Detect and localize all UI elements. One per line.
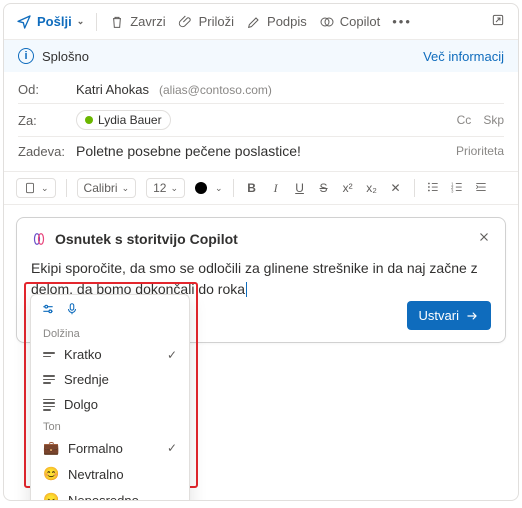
briefcase-icon: 💼 <box>43 440 59 456</box>
indent-button[interactable] <box>473 180 489 197</box>
sliders-tab[interactable] <box>41 302 55 319</box>
compose-toolbar: Pošlji ⌄ Zavrzi Priloži Podpis Copilot •… <box>4 4 518 40</box>
copilot-card-title: Osnutek s storitvijo Copilot <box>55 231 238 247</box>
arrow-right-icon <box>465 309 479 323</box>
tone-formal[interactable]: 💼 Formalno✓ <box>31 435 189 461</box>
tone-neutral[interactable]: 😊 Nevtralno <box>31 461 189 487</box>
strike-button[interactable]: S <box>316 181 332 195</box>
close-copilot-card[interactable] <box>477 230 491 248</box>
numbering-icon: 123 <box>450 180 464 194</box>
subject-row: Zadeva: Prioriteta <box>18 137 504 165</box>
generate-button[interactable]: Ustvari <box>407 301 491 330</box>
neutral-face-icon: 😊 <box>43 466 59 482</box>
italic-button[interactable]: I <box>268 181 284 196</box>
tone-section-label: Ton <box>31 417 189 435</box>
superscript-button[interactable]: x² <box>340 181 356 195</box>
signature-button[interactable]: Podpis <box>246 14 307 30</box>
bullets-icon <box>426 180 440 194</box>
recipient-pill[interactable]: Lydia Bauer <box>76 110 171 130</box>
trash-icon <box>109 14 125 30</box>
popout-button[interactable] <box>490 12 506 31</box>
short-icon <box>43 352 55 357</box>
copilot-icon <box>31 231 47 247</box>
long-icon <box>43 399 55 411</box>
from-name[interactable]: Katri Ahokas <box>76 82 149 97</box>
copilot-options-popup: Dolžina Kratko✓ Srednje Dolgo Ton 💼 Form… <box>30 294 190 501</box>
from-label: Od: <box>18 82 66 97</box>
microphone-icon <box>65 302 79 316</box>
font-size-select[interactable]: 12⌄ <box>146 178 185 198</box>
subscript-button[interactable]: x₂ <box>364 181 380 195</box>
clipboard-icon <box>23 181 37 195</box>
tone-direct[interactable]: 😠 Neposredno <box>31 487 189 501</box>
copilot-icon <box>319 14 335 30</box>
paperclip-icon <box>178 14 194 30</box>
copilot-button[interactable]: Copilot <box>319 14 380 30</box>
length-medium[interactable]: Srednje <box>31 367 189 392</box>
clear-format-button[interactable]: ✕ <box>388 181 404 195</box>
length-short[interactable]: Kratko✓ <box>31 342 189 367</box>
send-button[interactable]: Pošlji ⌄ <box>16 14 84 30</box>
send-icon <box>16 14 32 30</box>
sensitivity-banner: i Splošno Več informacij <box>4 40 518 72</box>
bold-button[interactable]: B <box>244 181 260 195</box>
subject-input[interactable] <box>76 143 446 159</box>
bcc-link[interactable]: Skp <box>483 113 504 127</box>
banner-label: Splošno <box>42 49 89 64</box>
info-icon: i <box>18 48 34 64</box>
subject-label: Zadeva: <box>18 144 66 159</box>
to-label: Za: <box>18 113 66 128</box>
svg-text:3: 3 <box>451 188 454 193</box>
direct-face-icon: 😠 <box>43 492 59 501</box>
close-icon <box>477 230 491 244</box>
medium-icon <box>43 375 55 384</box>
pen-icon <box>246 14 262 30</box>
bullets-button[interactable] <box>425 180 441 197</box>
indent-icon <box>474 180 488 194</box>
underline-button[interactable]: U <box>292 181 308 195</box>
priority-link[interactable]: Prioriteta <box>456 144 504 158</box>
numbering-button[interactable]: 123 <box>449 180 465 197</box>
length-long[interactable]: Dolgo <box>31 392 189 417</box>
voice-tab[interactable] <box>65 302 79 319</box>
from-row: Od: Katri Ahokas (alias@contoso.com) <box>18 76 504 104</box>
more-info-link[interactable]: Več informacij <box>423 49 504 64</box>
from-alias: (alias@contoso.com) <box>159 83 272 97</box>
font-color[interactable] <box>195 182 207 194</box>
format-toolbar: ⌄ Calibri⌄ 12⌄ ⌄ B I U S x² x₂ ✕ 123 <box>4 171 518 205</box>
to-row: Za: Lydia Bauer Cc Skp <box>18 104 504 137</box>
discard-button[interactable]: Zavrzi <box>109 14 165 30</box>
paste-options[interactable]: ⌄ <box>16 178 56 198</box>
length-section-label: Dolžina <box>31 324 189 342</box>
attach-button[interactable]: Priloži <box>178 14 234 30</box>
popout-icon <box>490 12 506 28</box>
presence-icon <box>85 116 93 124</box>
sliders-icon <box>41 302 55 316</box>
more-actions[interactable]: ••• <box>392 14 412 29</box>
cc-link[interactable]: Cc <box>457 113 472 127</box>
font-family-select[interactable]: Calibri⌄ <box>77 178 137 198</box>
